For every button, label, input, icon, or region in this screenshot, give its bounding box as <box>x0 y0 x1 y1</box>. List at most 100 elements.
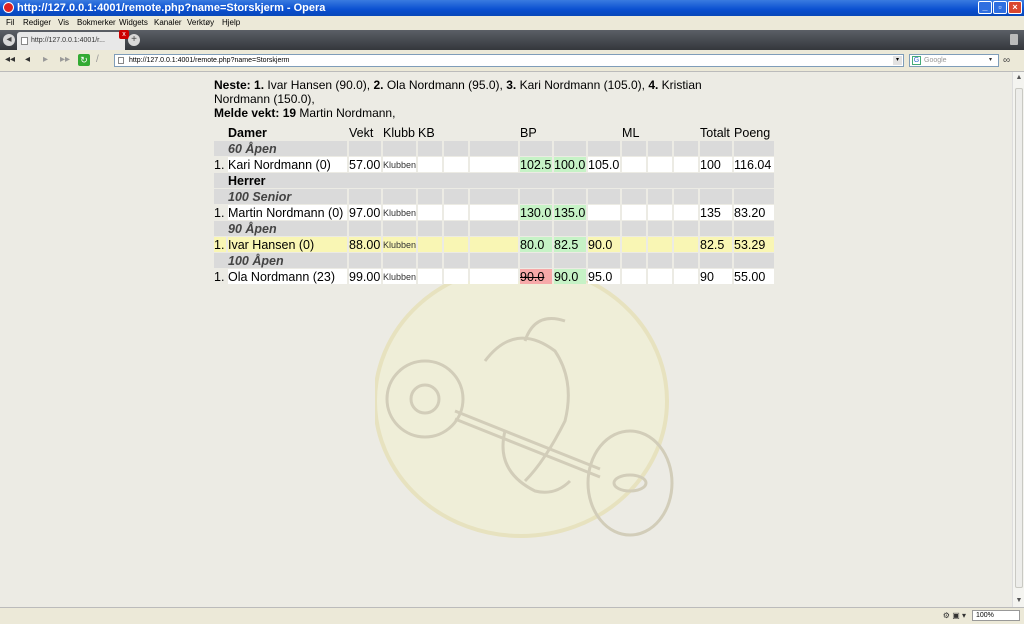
division-cell <box>554 253 587 268</box>
weight-cell: 57.00 <box>349 157 381 172</box>
total-cell: 100 <box>700 157 733 172</box>
fast-forward-icon[interactable]: ▸▸ <box>60 54 70 66</box>
category-label: Herrer <box>214 173 775 188</box>
window-titlebar: http://127.0.0.1:4001/remote.php?name=St… <box>0 0 1024 16</box>
menu-kanaler[interactable]: Kanaler <box>154 16 182 30</box>
ml-attempt-3 <box>674 157 699 172</box>
address-url: http://127.0.0.1:4001/remote.php?name=St… <box>129 57 290 64</box>
scroll-up-icon[interactable]: ▲ <box>1014 72 1024 84</box>
glasses-icon[interactable]: ∞ <box>1003 55 1010 66</box>
bp-attempt-1: 90.0 <box>520 269 553 284</box>
club-cell: Klubben <box>383 269 417 284</box>
division-cell <box>648 141 673 156</box>
weigh-in-line: Melde vekt: 19 Martin Nordmann, <box>214 106 744 120</box>
ml-attempt-3 <box>674 269 699 284</box>
close-button[interactable]: × <box>1008 1 1022 14</box>
search-placeholder: Google <box>924 57 947 64</box>
tab-label: http://127.0.0.1:4001/r... <box>31 37 105 44</box>
menu-fil[interactable]: Fil <box>6 16 14 30</box>
ml-attempt-2 <box>648 237 673 252</box>
rank-cell: 1. <box>214 157 225 172</box>
search-field[interactable]: G Google ▾ <box>909 54 999 67</box>
division-cell <box>622 253 647 268</box>
division-cell <box>383 189 417 204</box>
bp-attempt-3: 95.0 <box>588 269 621 284</box>
kb-attempt-3 <box>470 205 519 220</box>
division-cell <box>444 253 469 268</box>
division-label: 100 Åpen <box>214 253 347 268</box>
next-label: Neste: <box>214 78 251 92</box>
header-ml: ML <box>622 125 640 140</box>
division-cell <box>554 221 587 236</box>
tab-menu-icon[interactable]: ◂ <box>3 34 15 46</box>
division-cell <box>520 141 553 156</box>
bp-attempt-3: 90.0 <box>588 237 621 252</box>
division-cell <box>700 189 733 204</box>
kb-attempt-1 <box>418 237 443 252</box>
menu-verktoy[interactable]: Verktøy <box>187 16 214 30</box>
weightlifter-watermark <box>375 281 674 538</box>
next-lifter: Ivar Hansen (90.0), <box>267 78 371 92</box>
weigh-lifter: Martin Nordmann, <box>299 106 396 120</box>
maximize-button[interactable]: ▫ <box>993 1 1007 14</box>
address-bar[interactable]: http://127.0.0.1:4001/remote.php?name=St… <box>114 54 904 67</box>
status-bar: ⚙ ▣ ▾ 100% <box>0 607 1024 624</box>
forward-icon[interactable]: ▸ <box>43 54 48 66</box>
google-icon: G <box>912 56 921 65</box>
new-tab-icon[interactable]: + <box>128 34 140 46</box>
points-cell: 116.04 <box>734 157 775 172</box>
menu-widgets[interactable]: Widgets <box>119 16 148 30</box>
menu-rediger[interactable]: Rediger <box>23 16 51 30</box>
search-dropdown-icon[interactable]: ▾ <box>989 56 997 65</box>
kb-attempt-3 <box>470 157 519 172</box>
division-cell <box>349 189 381 204</box>
weight-cell: 97.00 <box>349 205 381 220</box>
back-icon[interactable]: ◂ <box>25 54 30 66</box>
name-cell: Kari Nordmann (0) <box>228 157 347 172</box>
points-cell: 53.29 <box>734 237 775 252</box>
zoom-select[interactable]: 100% <box>972 610 1020 621</box>
division-cell <box>554 141 587 156</box>
division-cell <box>470 141 519 156</box>
next-lifters-line: Neste: 1. Ivar Hansen (90.0), 2. Ola Nor… <box>214 78 744 106</box>
table-row: 1. Kari Nordmann (0) 57.00 Klubben 102.5 100.… <box>214 157 775 172</box>
bp-attempt-1: 80.0 <box>520 237 553 252</box>
bp-attempt-2: 100.0 <box>554 157 587 172</box>
window-title: http://127.0.0.1:4001/remote.php?name=St… <box>17 2 326 14</box>
vertical-scrollbar[interactable]: ▲ ▼ <box>1012 72 1024 607</box>
scroll-down-icon[interactable]: ▼ <box>1014 595 1024 607</box>
status-icons[interactable]: ⚙ ▣ ▾ <box>943 611 966 621</box>
menu-vis[interactable]: Vis <box>58 16 69 30</box>
reload-icon[interactable]: ↻ <box>78 54 90 66</box>
header-kb: KB <box>418 125 435 140</box>
kb-attempt-2 <box>444 269 469 284</box>
scroll-thumb[interactable] <box>1015 88 1023 588</box>
division-cell <box>734 141 775 156</box>
ml-attempt-1 <box>622 157 647 172</box>
club-cell: Klubben <box>383 205 417 220</box>
results-table: Damer Vekt Klubb KB BP ML Totalt Poeng 6… <box>212 124 776 285</box>
division-cell <box>418 253 443 268</box>
menu-bokmerker[interactable]: Bokmerker <box>77 16 116 30</box>
navigation-bar: ◂◂ ◂ ▸ ▸▸ ↻ / http://127.0.0.1:4001/remo… <box>0 50 1024 72</box>
division-cell <box>444 189 469 204</box>
menu-hjelp[interactable]: Hjelp <box>222 16 240 30</box>
division-cell <box>554 189 587 204</box>
division-label: 60 Åpen <box>214 141 347 156</box>
division-cell <box>674 221 699 236</box>
division-cell <box>588 189 621 204</box>
kb-attempt-3 <box>470 269 519 284</box>
kb-attempt-2 <box>444 237 469 252</box>
address-dropdown-icon[interactable]: ▾ <box>893 56 902 65</box>
trash-icon[interactable] <box>1010 34 1018 45</box>
table-row: 1. Martin Nordmann (0) 97.00 Klubben 130.0 13… <box>214 205 775 220</box>
edit-icon[interactable]: / <box>96 54 99 66</box>
division-cell <box>700 141 733 156</box>
rank-cell: 1. <box>214 237 226 252</box>
tab-current[interactable]: http://127.0.0.1:4001/r... x <box>17 30 129 50</box>
header-klubb: Klubb <box>383 125 415 140</box>
bp-attempt-3: 105.0 <box>588 157 621 172</box>
table-row: 1. Ola Nordmann (23) 99.00 Klubben 90.0 90.0 9… <box>214 269 775 284</box>
rewind-icon[interactable]: ◂◂ <box>5 54 15 66</box>
minimize-button[interactable]: _ <box>978 1 992 14</box>
